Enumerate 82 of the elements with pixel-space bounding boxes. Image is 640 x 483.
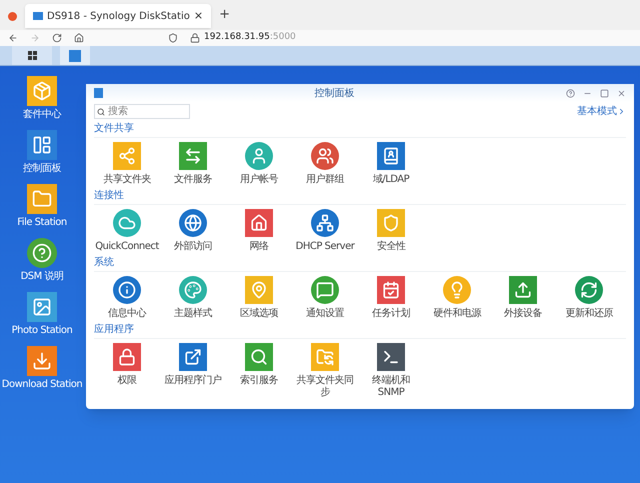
cloud-icon: [113, 209, 141, 237]
refresh-icon: [575, 276, 603, 304]
desktop-icon-label[interactable]: 套件中心: [23, 109, 61, 120]
app-label[interactable]: QuickConnect: [95, 241, 159, 253]
new-tab-button[interactable]: +: [219, 4, 230, 24]
app-label[interactable]: 外部访问: [174, 241, 212, 253]
folder-sync-icon: [311, 343, 339, 371]
app-label[interactable]: 用户帐号: [240, 174, 278, 186]
grid-icon: [28, 51, 36, 60]
document-search-icon: [245, 343, 273, 371]
app-label[interactable]: 区域选项: [240, 308, 278, 320]
app-label[interactable]: 任务计划: [372, 308, 410, 320]
browser-tab[interactable]: DS918 - Synology DiskStatio ×: [25, 4, 212, 28]
tab-close[interactable]: ×: [194, 8, 204, 24]
chevron-right-icon: [617, 107, 626, 116]
photo-icon[interactable]: [27, 292, 57, 322]
file-arrows-icon: [179, 142, 207, 170]
section-title: 连接性: [94, 188, 626, 205]
folder-share-icon: [113, 142, 141, 170]
basic-mode-link[interactable]: 基本模式: [577, 104, 617, 119]
desktop-icon-label[interactable]: DSM 说明: [20, 271, 64, 282]
app-label[interactable]: 信息中心: [108, 308, 146, 320]
app-label[interactable]: 外接设备: [504, 308, 542, 320]
download-icon[interactable]: [27, 346, 57, 376]
shield-icon: [168, 33, 178, 43]
info-icon: [113, 276, 141, 304]
section-title: 系统: [94, 255, 626, 272]
globe-icon: [179, 209, 207, 237]
app-label[interactable]: 终端机和 SNMP: [359, 375, 423, 399]
app-label[interactable]: 硬件和电源: [433, 308, 481, 320]
control-panel-icon[interactable]: [27, 130, 57, 160]
app-label[interactable]: 共享文件夹同步: [293, 375, 357, 399]
lock-icon: [190, 33, 200, 43]
browser-logo-icon: [8, 12, 17, 21]
taskbar-app-button[interactable]: [60, 46, 90, 65]
app-label[interactable]: 文件服务: [174, 174, 212, 186]
address-book-icon: [377, 142, 405, 170]
app-label[interactable]: 共享文件夹: [103, 174, 151, 186]
calendar-check-icon: [377, 276, 405, 304]
shield-icon: [377, 209, 405, 237]
palette-icon: [179, 276, 207, 304]
upload-icon: [509, 276, 537, 304]
back-icon[interactable]: [8, 33, 18, 43]
app-label[interactable]: 用户群组: [306, 174, 344, 186]
app-label[interactable]: 应用程序门户: [164, 375, 222, 387]
help-icon[interactable]: [27, 238, 57, 268]
section-title: 应用程序: [94, 322, 626, 339]
app-label[interactable]: 权限: [118, 375, 136, 387]
desktop-icon-label[interactable]: Download Station: [2, 379, 82, 390]
favicon-icon: [33, 12, 43, 20]
network-icon: [311, 209, 339, 237]
main-menu-button[interactable]: [12, 46, 52, 65]
app-label[interactable]: 索引服务: [240, 375, 278, 387]
help-icon[interactable]: [566, 88, 575, 98]
app-label[interactable]: 主题样式: [174, 308, 212, 320]
url-host[interactable]: 192.168.31.95: [204, 31, 270, 45]
app-label[interactable]: 域/LDAP: [372, 174, 410, 186]
users-icon: [311, 142, 339, 170]
app-label[interactable]: 通知设置: [306, 308, 344, 320]
close-icon[interactable]: [617, 88, 626, 98]
lightbulb-icon: [443, 276, 471, 304]
reload-icon[interactable]: [52, 33, 62, 43]
house-icon: [245, 209, 273, 237]
desktop-icon-label[interactable]: Photo Station: [12, 325, 72, 336]
desktop-icon-label[interactable]: 控制面板: [23, 163, 61, 174]
desktop-icon-label[interactable]: File Station: [17, 217, 67, 228]
user-icon: [245, 142, 273, 170]
window-title: 控制面板: [314, 86, 356, 100]
terminal-icon: [377, 343, 405, 371]
search-icon: [97, 108, 105, 116]
control-panel-icon: [94, 88, 103, 98]
home-icon[interactable]: [74, 33, 84, 43]
app-label[interactable]: 更新和还原: [565, 308, 613, 320]
app-label[interactable]: DHCP Server: [296, 241, 354, 253]
tab-title: DS918 - Synology DiskStatio: [47, 10, 190, 24]
control-panel-icon: [69, 50, 81, 62]
app-label[interactable]: 安全性: [376, 241, 406, 253]
chat-icon: [311, 276, 339, 304]
app-label[interactable]: 网络: [250, 241, 268, 253]
search-field[interactable]: 搜索: [94, 104, 190, 119]
section-title: 文件共享: [94, 121, 626, 138]
maximize-icon[interactable]: [600, 88, 609, 98]
